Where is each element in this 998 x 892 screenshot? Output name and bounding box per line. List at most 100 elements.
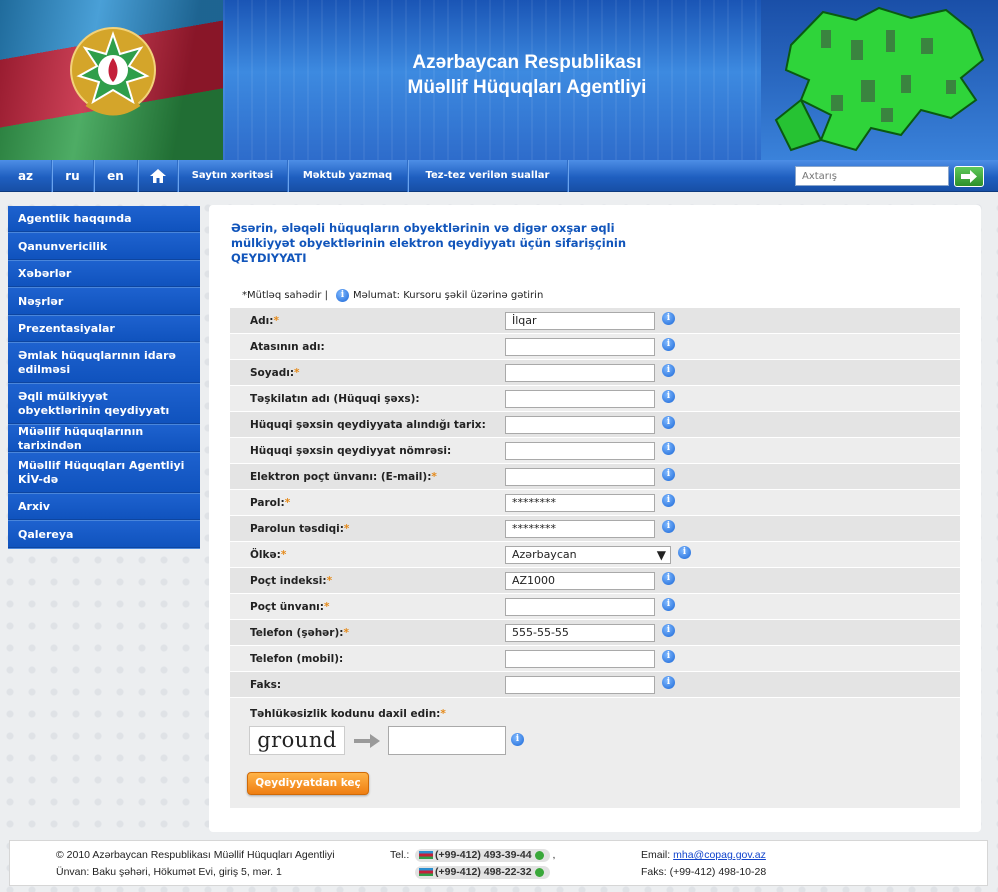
nav-faq-link[interactable]: Tez-tez verilən suallar: [408, 160, 568, 192]
sidebar-item-archive[interactable]: Arxiv: [8, 494, 200, 521]
last-name-label: Soyadı:*: [250, 367, 300, 379]
info-icon[interactable]: i: [662, 312, 675, 325]
email-label: Elektron poçt ünvanı: (E-mail):*: [250, 471, 437, 483]
nav-write-letter-link[interactable]: Məktub yazmaq: [288, 160, 408, 192]
info-icon[interactable]: i: [662, 390, 675, 403]
required-marker: *: [323, 601, 330, 613]
sidebar-item-legislation[interactable]: Qanunvericilik: [8, 233, 200, 261]
sidebar-item-media[interactable]: Müəllif Hüquqları Agentliyi KİV-də: [8, 453, 200, 494]
form-row-father-name: Atasının adı: i: [230, 334, 960, 360]
postal-address-input[interactable]: [505, 598, 655, 616]
last-name-label-text: Soyadı:: [250, 367, 295, 379]
lang-ru-link[interactable]: ru: [52, 160, 94, 192]
sidebar-item-ip-registration[interactable]: Əqli mülkiyyət obyektlərinin qeydiyyatı: [8, 384, 200, 425]
captcha-input[interactable]: [388, 726, 506, 755]
search-button[interactable]: [954, 166, 984, 187]
call-icon: [534, 850, 544, 860]
home-button[interactable]: [138, 160, 178, 192]
title-line-1: Azərbaycan Respublikası: [412, 52, 642, 73]
info-icon[interactable]: i: [662, 520, 675, 533]
arrow-right-icon: [961, 170, 977, 183]
sidebar-item-history[interactable]: Müəllif hüquqlarının tarixindən: [8, 425, 200, 453]
sidebar-item-property-rights[interactable]: Əmlak hüquqlarının idarə edilməsi: [8, 343, 200, 384]
fax-input[interactable]: [505, 676, 655, 694]
email-link[interactable]: mha@copag.gov.az: [673, 849, 766, 861]
first-name-input[interactable]: İlqar: [505, 312, 655, 330]
info-icon[interactable]: i: [662, 624, 675, 637]
form-row-email: Elektron poçt ünvanı: (E-mail):* i: [230, 464, 960, 490]
phone-city-label-text: Telefon (şəhər):: [250, 627, 344, 639]
info-icon[interactable]: i: [662, 572, 675, 585]
form-row-organization-name: Təşkilatın adı (Hüquqi şəxs): i: [230, 386, 960, 412]
phone-1-text: (+99-412) 493-39-44: [435, 849, 532, 861]
postal-code-input[interactable]: AZ1000: [505, 572, 655, 590]
info-icon[interactable]: i: [662, 598, 675, 611]
map-banner: [761, 0, 998, 160]
captcha-info-icon[interactable]: i: [511, 733, 524, 746]
phone-city-input[interactable]: 555-55-55: [505, 624, 655, 642]
phone-mobile-label: Telefon (mobil):: [250, 653, 343, 665]
title-banner: Azərbaycan Respublikası Müəllif Hüquqlar…: [223, 0, 761, 160]
postal-code-label: Poçt indeksi:*: [250, 575, 332, 587]
required-marker: *: [431, 471, 437, 483]
email-label: Email:: [641, 849, 671, 861]
form-heading: Əsərin, ələqəli hüquqların obyektlərinin…: [231, 221, 627, 265]
phone-2-text: (+99-412) 498-22-32: [435, 866, 532, 878]
search-input[interactable]: [795, 166, 949, 186]
footer-phone-2[interactable]: (+99-412) 498-22-32: [415, 866, 550, 879]
postal-address-label: Poçt ünvanı:*: [250, 601, 329, 613]
form-row-phone-mobile: Telefon (mobil): i: [230, 646, 960, 672]
state-emblem-icon: [70, 27, 156, 116]
registration-date-label-text: Hüquqi şəxsin qeydiyyata alındığı tarix:: [250, 419, 486, 431]
organization-name-input[interactable]: [505, 390, 655, 408]
register-button[interactable]: Qeydiyyatdan keç: [247, 772, 369, 795]
info-icon[interactable]: i: [678, 546, 691, 559]
title-line-2: Müəllif Hüquqları Agentliyi: [407, 77, 647, 98]
chevron-down-icon: ▼: [656, 548, 666, 562]
captcha-label: Təhlükəsizlik kodunu daxil edin:*: [250, 708, 446, 720]
sidebar-item-news[interactable]: Xəbərlər: [8, 261, 200, 288]
footer-phone-1[interactable]: (+99-412) 493-39-44 ,: [415, 849, 555, 862]
organization-name-label-text: Təşkilatın adı (Hüquqi şəxs):: [250, 393, 420, 405]
father-name-input[interactable]: [505, 338, 655, 356]
footer-fax: Faks: (+99-412) 498-10-28: [641, 866, 767, 878]
sidebar-item-gallery[interactable]: Qalereya: [8, 521, 200, 549]
info-legend: Məlumat: Kursoru şəkil üzərinə gətirin: [352, 290, 544, 301]
info-icon[interactable]: i: [662, 494, 675, 507]
lang-en-link[interactable]: en: [94, 160, 138, 192]
required-marker: *: [343, 627, 349, 639]
info-icon[interactable]: i: [662, 676, 675, 689]
form-row-country: Ölkə:* Azərbaycan ▼ i: [230, 542, 960, 568]
phone-mobile-input[interactable]: [505, 650, 655, 668]
nav-sitemap-link[interactable]: Saytın xəritəsi: [178, 160, 288, 192]
sidebar-item-presentations[interactable]: Prezentasiyalar: [8, 316, 200, 343]
sidebar-item-about[interactable]: Agentlik haqqında: [8, 206, 200, 233]
captcha-label-text: Təhlükəsizlik kodunu daxil edin:: [250, 708, 441, 720]
fax-label-text: Faks:: [250, 679, 282, 691]
password-input[interactable]: ********: [505, 494, 655, 512]
last-name-input[interactable]: [505, 364, 655, 382]
site-header: Azərbaycan Respublikası Müəllif Hüquqlar…: [0, 0, 998, 160]
organization-name-label: Təşkilatın adı (Hüquqi şəxs):: [250, 393, 420, 405]
lang-az-link[interactable]: az: [0, 160, 52, 192]
info-icon[interactable]: i: [662, 338, 675, 351]
info-icon[interactable]: i: [662, 468, 675, 481]
country-select[interactable]: Azərbaycan ▼: [505, 546, 671, 564]
info-icon[interactable]: i: [662, 650, 675, 663]
phone-city-value: 555-55-55: [512, 626, 569, 639]
form-row-registration-date: Hüquqi şəxsin qeydiyyata alındığı tarix:…: [230, 412, 960, 438]
info-icon[interactable]: i: [662, 442, 675, 455]
registration-number-input[interactable]: [505, 442, 655, 460]
registration-number-label-text: Hüquqi şəxsin qeydiyyat nömrəsi:: [250, 445, 452, 457]
password-confirm-input[interactable]: ********: [505, 520, 655, 538]
father-name-label: Atasının adı:: [250, 341, 325, 353]
password-confirm-value: ********: [512, 522, 556, 535]
required-marker: *: [273, 315, 279, 327]
postal-code-label-text: Poçt indeksi:: [250, 575, 327, 587]
sidebar-item-publications[interactable]: Nəşrlər: [8, 288, 200, 316]
registration-date-input[interactable]: [505, 416, 655, 434]
email-input[interactable]: [505, 468, 655, 486]
info-icon[interactable]: i: [662, 364, 675, 377]
info-icon[interactable]: i: [662, 416, 675, 429]
fax-label: Faks:: [250, 679, 281, 691]
